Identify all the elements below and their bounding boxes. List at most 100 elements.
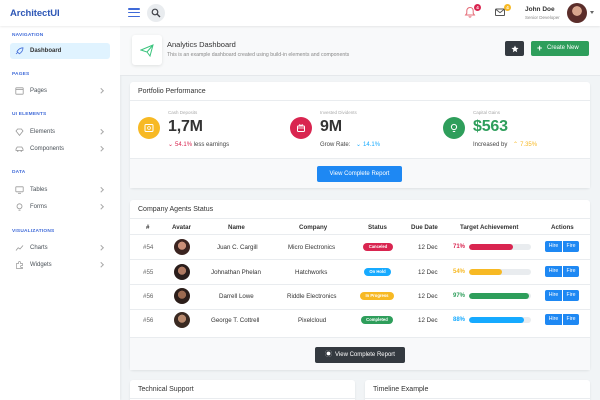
hire-button[interactable]: Hire (545, 314, 562, 325)
chevron-down-icon[interactable] (590, 11, 594, 14)
progress-bar-fill (469, 317, 524, 323)
messages-button[interactable]: 4 (494, 4, 511, 20)
favorite-button[interactable] (505, 41, 524, 56)
agents-card-footer: View Complete Report (130, 337, 590, 370)
hire-button[interactable]: Hire (545, 241, 562, 252)
column-header-actions: Actions (551, 224, 574, 231)
sidebar: NAVIGATION Dashboard PAGES Pages UI ELEM… (0, 26, 120, 400)
technical-support-title: Technical Support (130, 380, 355, 399)
company-name: Hatchworks (295, 269, 328, 276)
create-new-button[interactable]: + Create New (531, 41, 589, 56)
metric-change: 54.1% (175, 142, 193, 148)
company-name: Riddle Electronics (287, 293, 337, 300)
sidebar-item-tables[interactable]: Tables (10, 182, 110, 198)
column-header-due-date: Due Date (411, 224, 438, 231)
fire-button[interactable]: Fire (563, 314, 579, 325)
column-header-avatar: Avatar (172, 224, 192, 231)
page-title-box: Analytics Dashboard This is an example d… (120, 26, 600, 76)
display-icon (15, 186, 24, 194)
column-header-status: Status (368, 224, 387, 231)
progress-percent: 88% (453, 317, 466, 323)
chevron-right-icon (97, 245, 103, 251)
row-id: #55 (143, 269, 154, 276)
chevron-right-icon (97, 146, 103, 152)
sidebar-item-widgets[interactable]: Widgets (10, 257, 110, 273)
metric-cash-deposits: Cash Deposits 1,7M ⌄ 54.1% less earnings (138, 108, 288, 153)
row-id: #54 (143, 244, 154, 251)
status-badge: Completed (361, 316, 393, 324)
browser-icon (15, 87, 24, 95)
progress-bar-fill (469, 293, 530, 299)
due-date: 12 Dec (418, 244, 438, 251)
user-avatar[interactable] (567, 3, 587, 23)
view-report-button[interactable]: View Complete Report (317, 166, 402, 182)
sidebar-item-elements[interactable]: Elements (10, 124, 110, 140)
progress-bar (469, 293, 531, 299)
metric-invested-dividends: Invested Dividents 9M Grow Rate: ⌄ 14.1% (290, 108, 440, 153)
chevron-right-icon (97, 262, 103, 268)
progress-percent: 54% (453, 269, 466, 275)
due-date: 12 Dec (418, 293, 438, 300)
arrow-down-icon: ⌄ (356, 142, 362, 148)
technical-support-card: Technical Support (130, 380, 355, 400)
agents-card-title: Company Agents Status (130, 200, 590, 219)
metric-value: $563 (473, 118, 508, 135)
status-badge: On Hold (364, 268, 391, 276)
view-report-label: View Complete Report (335, 352, 395, 358)
hire-button[interactable]: Hire (545, 290, 562, 301)
wallet-icon (144, 124, 154, 132)
page-title-icon-box (132, 35, 162, 65)
row-id: #56 (143, 317, 154, 324)
avatar (174, 264, 190, 280)
progress-bar (469, 244, 531, 250)
lightbulb-icon (450, 123, 458, 132)
timeline-card: Timeline Example (365, 380, 590, 400)
metric-label: Increased by (473, 142, 508, 148)
avatar (174, 288, 190, 304)
column-header-company: Company (299, 224, 328, 231)
sidebar-item-charts[interactable]: Charts (10, 240, 110, 256)
metric-caption: Capital Gains (473, 110, 501, 115)
search-button[interactable] (147, 4, 165, 22)
progress-bar (469, 269, 531, 275)
sidebar-item-components[interactable]: Components (10, 141, 110, 157)
notifications-button[interactable]: 4 (464, 4, 481, 20)
view-report-button[interactable]: View Complete Report (315, 347, 405, 363)
sidebar-heading-visualizations: VISUALIZATIONS (12, 229, 55, 234)
hire-button[interactable]: Hire (545, 266, 562, 277)
fire-button[interactable]: Fire (563, 290, 579, 301)
diamond-icon (15, 128, 24, 136)
metric-icon-circle (138, 117, 160, 139)
sidebar-item-forms[interactable]: Forms (10, 199, 110, 215)
menu-toggle-icon[interactable] (128, 8, 140, 18)
sidebar-item-label: Components (30, 145, 65, 152)
metric-subline: Grow Rate: ⌄ 14.1% (320, 141, 380, 148)
metric-value: 9M (320, 118, 342, 135)
sidebar-item-pages[interactable]: Pages (10, 83, 110, 99)
sidebar-item-label: Widgets (30, 261, 52, 268)
portfolio-card-footer: View Complete Report (130, 158, 590, 188)
agent-name: George T. Cottrell (211, 317, 260, 324)
company-name: Pixelcloud (298, 317, 327, 324)
fire-button[interactable]: Fire (563, 266, 579, 277)
table-divider (130, 234, 590, 235)
progress-percent: 97% (453, 293, 466, 299)
metric-icon-circle (443, 117, 465, 139)
metric-capital-gains: Capital Gains $563 Increased by ⌃ 7.35% (443, 108, 593, 153)
app-logo[interactable]: ArchitectUI (10, 8, 60, 19)
due-date: 12 Dec (418, 269, 438, 276)
column-header-number: # (146, 224, 150, 231)
agent-name: Darrell Lowe (219, 293, 254, 300)
column-header-name: Name (228, 224, 245, 231)
sidebar-heading-data: DATA (12, 170, 26, 175)
metric-value: 1,7M (168, 118, 203, 135)
arrow-down-icon: ⌄ (168, 142, 174, 148)
user-name: John Doe (525, 6, 555, 13)
company-name: Micro Electronics (288, 244, 336, 251)
progress-percent: 71% (453, 244, 466, 250)
sidebar-item-dashboard[interactable]: Dashboard (10, 43, 110, 59)
arrow-up-icon: ⌃ (513, 142, 519, 148)
due-date: 12 Dec (418, 317, 438, 324)
sidebar-heading-navigation: NAVIGATION (12, 33, 44, 38)
fire-button[interactable]: Fire (563, 241, 579, 252)
